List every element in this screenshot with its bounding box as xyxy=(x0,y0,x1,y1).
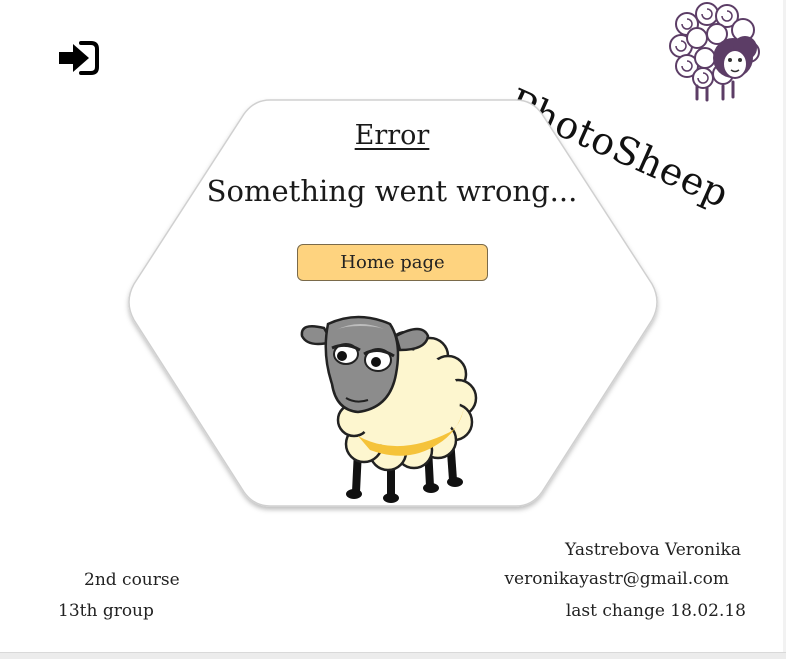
error-panel-content: Error Something went wrong... Home page xyxy=(122,100,662,508)
error-message: Something went wrong... xyxy=(206,174,578,208)
footer-course: 2nd course xyxy=(84,570,180,590)
page-bottom-edge xyxy=(0,652,786,659)
footer-email[interactable]: veronikayastr@gmail.com xyxy=(504,569,729,589)
sad-sheep-illustration xyxy=(298,308,488,508)
footer-author: Yastrebova Veronika xyxy=(564,540,741,560)
footer-group: 13th group xyxy=(58,601,154,621)
footer-last-change: last change 18.02.18 xyxy=(565,601,746,621)
home-page-button[interactable]: Home page xyxy=(297,244,488,281)
error-title: Error xyxy=(354,120,430,151)
sign-in-icon[interactable] xyxy=(57,40,99,76)
curly-sheep-logo xyxy=(667,2,763,102)
